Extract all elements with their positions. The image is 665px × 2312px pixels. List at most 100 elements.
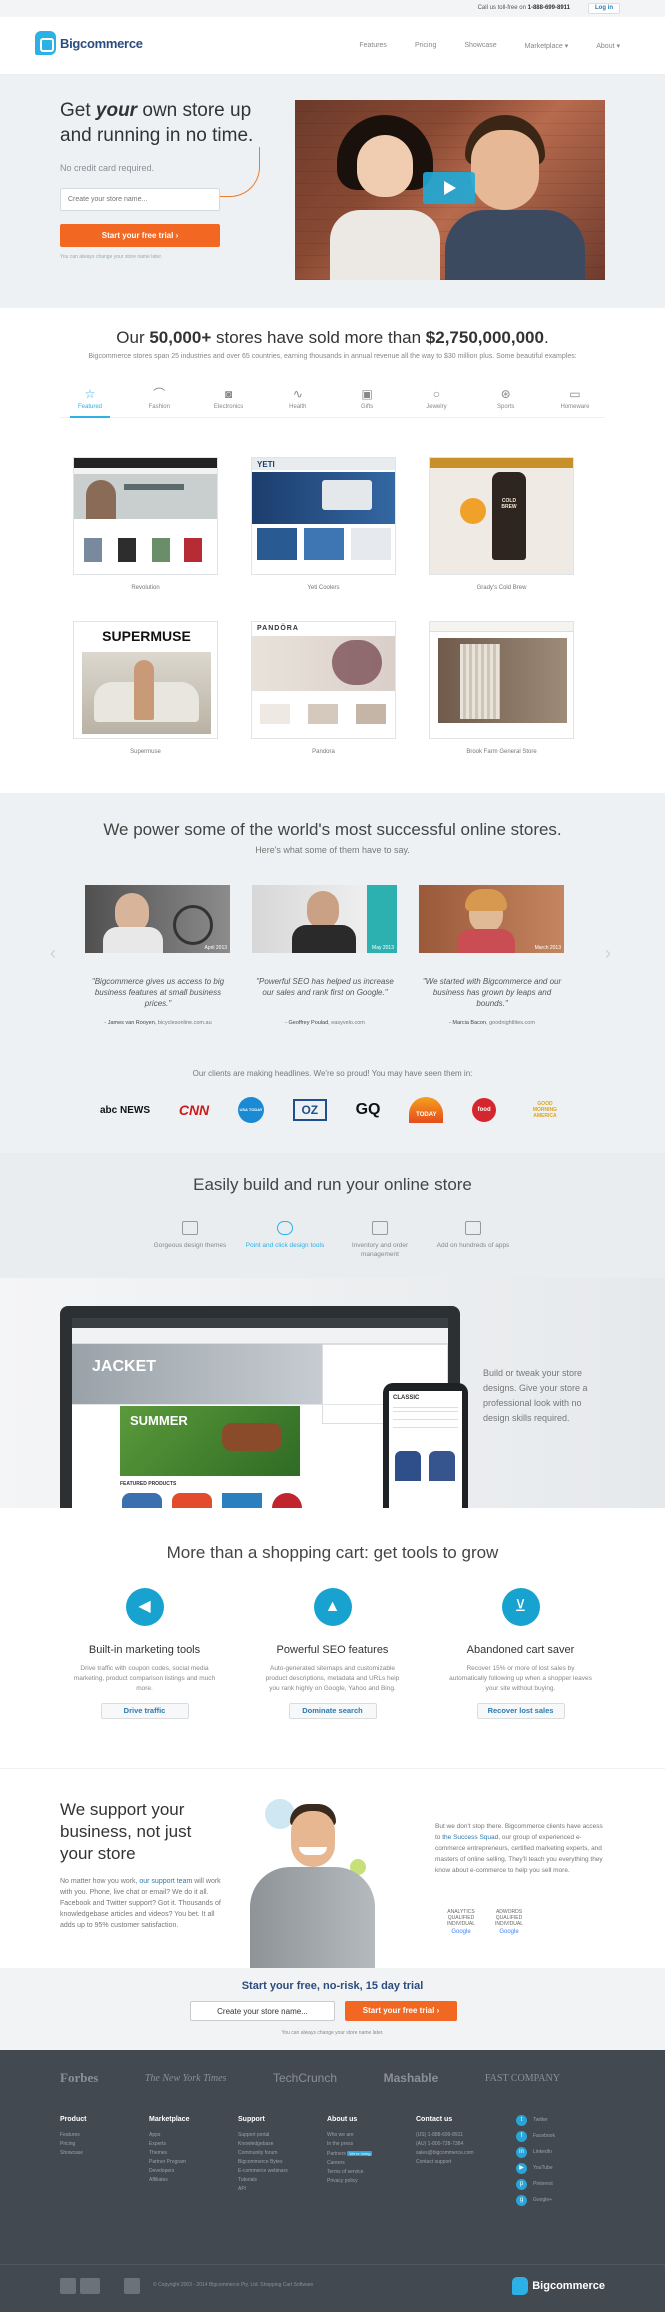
tab-electronics[interactable]: ◙ Electronics [199,388,259,417]
nav-pricing[interactable]: Pricing [415,42,436,50]
store-thumb-gradys[interactable]: COLD BREW [429,457,574,575]
footer-link[interactable]: Pricing [60,2140,150,2149]
footer-link[interactable]: Showcase [60,2149,150,2158]
trial-store-name-input[interactable] [190,2001,335,2021]
feature-apps[interactable]: Add on hundreds of apps [428,1221,518,1250]
store-name-revolution[interactable]: Revolution [73,585,218,591]
testimonial-quote: "We started with Bigcommerce and our bus… [422,977,562,1008]
footer-link[interactable]: (US) 1-888-699-8911 [416,2131,506,2140]
brand-logo[interactable]: Bigcommerce [35,31,143,55]
store-name-yeti[interactable]: Yeti Coolers [251,585,396,591]
store-thumb-supermuse[interactable]: SUPERMUSE [73,621,218,739]
tollfree-number[interactable]: 1-888-699-8911 [528,5,570,11]
footer-social: t Twitter f Facebook in LinkedIn ▶ YouTube p… [516,2112,606,2208]
store-thumb-brookfarm[interactable] [429,621,574,739]
tab-gifts[interactable]: ▣ Gifts [337,388,397,417]
testimonial-photo: May 2013 [252,885,397,953]
footer-link[interactable]: Community forum [238,2149,328,2158]
tool-title: Powerful SEO features [276,1644,389,1656]
store-name-input[interactable] [60,188,220,211]
store-thumb-revolution[interactable] [73,457,218,575]
footer-link[interactable]: Partners We're hiring [327,2149,417,2159]
footer-link[interactable]: Themes [149,2149,239,2158]
footer-link[interactable]: Experts [149,2140,239,2149]
build-title: Easily build and run your online store [193,1175,472,1194]
footer-link[interactable]: Knowledgebase [238,2140,328,2149]
footer-link[interactable]: Bigcommerce Bytes [238,2158,328,2167]
social-facebook[interactable]: f Facebook [516,2128,606,2144]
tab-jewelry[interactable]: ○ Jewelry [406,388,466,417]
support-team-link[interactable]: our support team [139,1878,192,1885]
tab-featured[interactable]: ☆ Featured [60,388,120,418]
footer-link[interactable]: Partner Program [149,2158,239,2167]
footer-link[interactable]: API [238,2185,328,2194]
feature-design-tools[interactable]: Point and click design tools [240,1221,330,1250]
start-trial-button[interactable]: Start your free trial › [60,224,220,247]
dominate-search-button[interactable]: Dominate search [288,1703,377,1719]
sofa-icon: ▭ [569,387,581,401]
footer-logo[interactable]: Bigcommerce [512,2277,605,2295]
bigcommerce-logo-icon [35,31,56,55]
play-icon[interactable] [423,172,475,204]
footer-link[interactable]: Careers [327,2159,417,2168]
footer-link[interactable]: Developers [149,2167,239,2176]
store-thumb-pandora[interactable]: PANDÖRA [251,621,396,739]
box-icon [372,1221,388,1235]
success-squad-link[interactable]: the Success Squad [442,1834,498,1841]
social-linkedin[interactable]: in LinkedIn [516,2144,606,2160]
store-name-gradys[interactable]: Grady's Cold Brew [429,585,574,591]
recover-sales-button[interactable]: Recover lost sales [476,1703,565,1719]
social-youtube[interactable]: ▶ YouTube [516,2160,606,2176]
footer-link[interactable]: Tutorials [238,2176,328,2185]
nav-features[interactable]: Features [359,42,387,50]
footer: Forbes The New York Times TechCrunch Mas… [0,2050,665,2312]
tab-sports[interactable]: ⊛ Sports [476,388,536,417]
chart-icon: ▲ [313,1588,352,1626]
nav-about[interactable]: About ▾ [596,42,620,50]
trial-start-button[interactable]: Start your free trial › [345,2001,457,2021]
footer-link[interactable]: Terms of service [327,2168,417,2177]
security-seal-icon [60,2278,76,2294]
tab-fashion[interactable]: ⌒ Fashion [129,388,189,417]
footer-link[interactable]: (AU) 1-800-728-7384 [416,2140,506,2149]
testimonials-section: We power some of the world's most succes… [0,793,665,1153]
store-thumb-yeti[interactable]: YETI [251,457,396,575]
footer-link[interactable]: Contact support [416,2158,506,2167]
footer-col-marketplace: Marketplace Apps Experts Themes Partner … [149,2116,239,2185]
feature-design-themes[interactable]: Gorgeous design themes [145,1221,235,1250]
login-button[interactable]: Log in [588,3,620,14]
trust-seal-icon [80,2278,100,2294]
social-googleplus[interactable]: g Google+ [516,2192,606,2208]
gift-icon: ▣ [361,387,373,401]
testimonial-quote: "Powerful SEO has helped us increase our… [256,977,394,997]
store-name-brookfarm[interactable]: Brook Farm General Store [429,749,574,755]
intro-video[interactable] [295,100,605,280]
top-utility-bar: Call us toll-free on 1-888-699-8911 Log … [0,0,665,17]
footer-link[interactable]: Privacy policy [327,2177,417,2186]
footer-link[interactable]: Affiliates [149,2176,239,2185]
chevron-left-icon[interactable]: ‹ [50,943,56,964]
nav-showcase[interactable]: Showcase [464,42,496,50]
footer-link[interactable]: In the press [327,2140,417,2149]
nav-marketplace[interactable]: Marketplace ▾ [525,42,569,50]
hiring-badge[interactable]: We're hiring [347,2151,373,2156]
testimonials-title: We power some of the world's most succes… [103,820,562,839]
footer-link[interactable]: Apps [149,2131,239,2140]
footer-link[interactable]: Who we are [327,2131,417,2140]
footer-link[interactable]: E-commerce webinars [238,2167,328,2176]
social-pinterest[interactable]: p Pinterest [516,2176,606,2192]
footer-link[interactable]: Support portal [238,2131,328,2140]
footer-link[interactable]: Features [60,2131,150,2140]
feature-inventory[interactable]: Inventory and order management [335,1221,425,1259]
testimonial-author: - Geoffrey Poulad, easyvelo.com [285,1020,365,1026]
tab-homeware[interactable]: ▭ Homeware [545,388,605,417]
support-person-photo [245,1789,375,1969]
chevron-right-icon[interactable]: › [605,943,611,964]
tab-health[interactable]: ∿ Health [268,388,328,417]
footer-link[interactable]: sales@bigcommerce.com [416,2149,506,2158]
drive-traffic-button[interactable]: Drive traffic [100,1703,189,1719]
social-twitter[interactable]: t Twitter [516,2112,606,2128]
store-name-supermuse[interactable]: Supermuse [73,749,218,755]
store-name-pandora[interactable]: Pandora [251,749,396,755]
facebook-icon: f [516,2130,527,2142]
